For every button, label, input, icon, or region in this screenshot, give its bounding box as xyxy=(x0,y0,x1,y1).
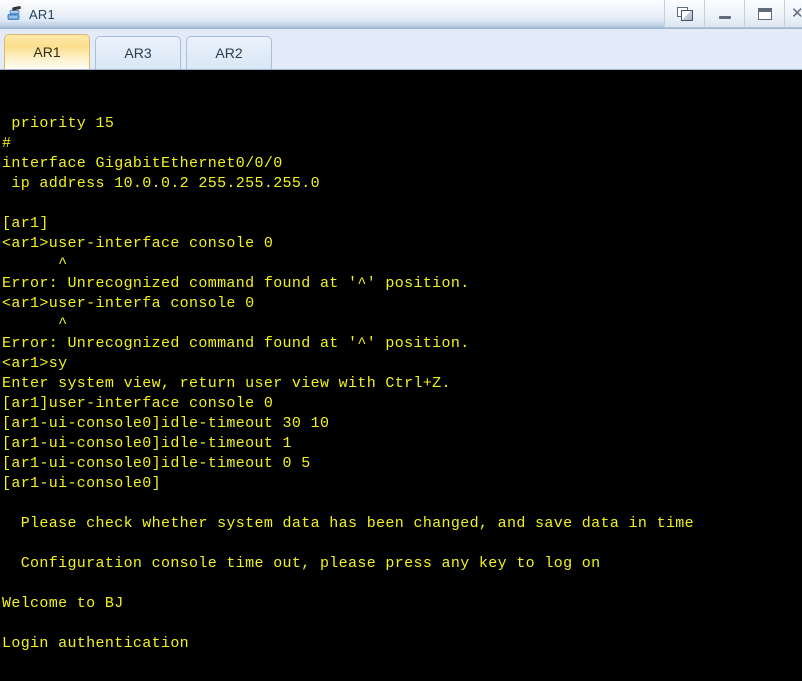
terminal-line: [ar1-ui-console0]idle-timeout 1 xyxy=(2,435,292,452)
router-icon xyxy=(6,5,24,23)
window-title: AR1 xyxy=(29,6,55,22)
title-bar: AR1 ✕ xyxy=(0,0,802,29)
title-bar-left: AR1 xyxy=(0,5,55,23)
terminal-output: priority 15 # interface GigabitEthernet0/0… xyxy=(2,114,802,681)
terminal-console[interactable]: priority 15 # interface GigabitEthernet0/0… xyxy=(0,70,802,681)
maximize-button[interactable] xyxy=(744,0,784,27)
terminal-line: [ar1] xyxy=(2,215,49,232)
window-controls: ✕ xyxy=(664,0,802,27)
terminal-line: [ar1-ui-console0] xyxy=(2,475,161,492)
tab-ar3[interactable]: AR3 xyxy=(95,36,181,69)
restore-button[interactable] xyxy=(664,0,704,27)
tab-ar1[interactable]: AR1 xyxy=(4,34,90,69)
terminal-line: [ar1]user-interface console 0 xyxy=(2,395,274,412)
tab-strip: AR1 AR3 AR2 xyxy=(0,29,802,70)
terminal-line: Welcome to BJ xyxy=(2,595,124,612)
terminal-line: <ar1>user-interface console 0 xyxy=(2,235,274,252)
tab-ar2[interactable]: AR2 xyxy=(186,36,272,69)
tab-label: AR3 xyxy=(124,45,152,61)
terminal-line: interface GigabitEthernet0/0/0 xyxy=(2,155,283,172)
terminal-line: ip address 10.0.0.2 255.255.255.0 xyxy=(2,175,320,192)
terminal-line: Configuration console time out, please p… xyxy=(2,555,601,572)
close-icon: ✕ xyxy=(791,6,802,21)
terminal-line: ^ xyxy=(2,315,68,332)
tab-label: AR2 xyxy=(215,45,243,61)
restore-icon xyxy=(677,7,693,21)
terminal-line: Error: Unrecognized command found at '^'… xyxy=(2,335,470,352)
terminal-line: <ar1>user-interfa console 0 xyxy=(2,295,255,312)
terminal-line: Login authentication xyxy=(2,635,190,652)
terminal-line: priority 15 xyxy=(2,115,115,132)
terminal-line: Please check whether system data has bee… xyxy=(2,515,695,532)
terminal-line: [ar1-ui-console0]idle-timeout 0 5 xyxy=(2,455,311,472)
terminal-line: Enter system view, return user view with… xyxy=(2,375,451,392)
terminal-line: ^ xyxy=(2,255,68,272)
close-button[interactable]: ✕ xyxy=(784,0,802,27)
terminal-line: Error: Unrecognized command found at '^'… xyxy=(2,275,470,292)
minimize-button[interactable] xyxy=(704,0,744,27)
terminal-line: # xyxy=(2,135,12,152)
tab-label: AR1 xyxy=(33,44,61,60)
terminal-line: [ar1-ui-console0]idle-timeout 30 10 xyxy=(2,415,330,432)
router-cli-window: AR1 ✕ AR1 AR3 AR2 pr xyxy=(0,0,802,681)
minimize-icon xyxy=(718,15,731,19)
maximize-icon xyxy=(757,7,772,20)
terminal-line: <ar1>sy xyxy=(2,355,68,372)
